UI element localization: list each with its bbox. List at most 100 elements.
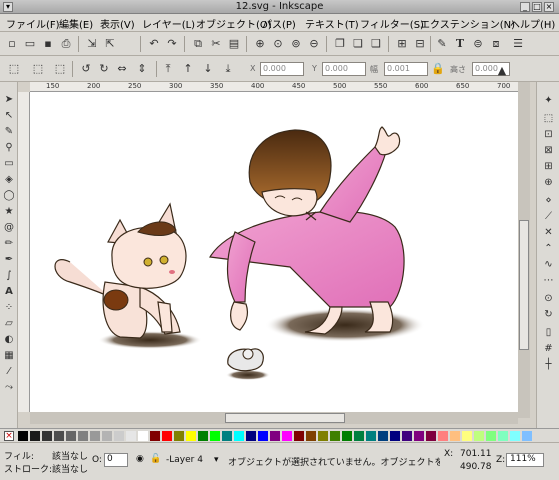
color-swatch[interactable] (126, 431, 136, 441)
color-swatch[interactable] (378, 431, 388, 441)
eraser-tool-icon[interactable]: ▱ (3, 318, 15, 330)
group-icon[interactable]: ⊞ (394, 36, 410, 52)
color-swatch[interactable] (150, 431, 160, 441)
color-swatch[interactable] (498, 431, 508, 441)
calligraphy-tool-icon[interactable]: ∫ (3, 270, 15, 282)
zoom-field[interactable]: 111% (506, 453, 544, 467)
color-swatch[interactable] (198, 431, 208, 441)
vertical-scroll-thumb[interactable] (519, 220, 529, 350)
snap-rotation-center-icon[interactable]: ↻ (542, 308, 555, 321)
dropper-tool-icon[interactable]: ⁄ (3, 366, 15, 378)
layer-dropdown-icon[interactable]: ▾ (214, 455, 219, 465)
color-swatch[interactable] (366, 431, 376, 441)
close-button[interactable]: × (544, 2, 554, 12)
color-swatch[interactable] (318, 431, 328, 441)
color-swatch[interactable] (438, 431, 448, 441)
text-tool-icon[interactable]: A (3, 286, 15, 298)
paste-icon[interactable]: ▤ (226, 36, 242, 52)
gradient-tool-icon[interactable]: ▦ (3, 350, 15, 362)
menu-path[interactable]: パス(P) (262, 16, 296, 31)
vertical-scrollbar[interactable] (518, 82, 530, 418)
3d-box-tool-icon[interactable]: ◈ (3, 174, 15, 186)
color-swatch[interactable] (234, 431, 244, 441)
connector-tool-icon[interactable]: ⤳ (3, 382, 15, 394)
export-icon[interactable]: ⇱ (102, 36, 118, 52)
color-swatch[interactable] (402, 431, 412, 441)
preferences-icon[interactable]: ☰ (510, 36, 526, 52)
color-swatch[interactable] (222, 431, 232, 441)
color-swatch[interactable] (66, 431, 76, 441)
menu-view[interactable]: 表示(V) (100, 16, 135, 31)
pencil-tool-icon[interactable]: ✏ (3, 238, 15, 250)
color-swatch[interactable] (522, 431, 532, 441)
unlink-clone-icon[interactable]: ❑ (368, 36, 384, 52)
ellipse-tool-icon[interactable]: ◯ (3, 190, 15, 202)
snap-nodes-icon[interactable]: ⋄ (542, 194, 555, 207)
ungroup-icon[interactable]: ⊟ (412, 36, 428, 52)
color-swatch[interactable] (186, 431, 196, 441)
open-icon[interactable]: ▭ (22, 36, 38, 52)
fill-stroke-icon[interactable]: ✎ (434, 36, 450, 52)
lock-ratio-icon[interactable]: 🔒 (430, 61, 446, 77)
xml-editor-icon[interactable]: ⊜ (470, 36, 486, 52)
snap-smooth-icon[interactable]: ∿ (542, 258, 555, 271)
snap-bbox-midpoint-icon[interactable]: ⊞ (542, 160, 555, 173)
menu-object[interactable]: オブジェクト(O) (196, 16, 272, 31)
color-swatch[interactable] (90, 431, 100, 441)
print-icon[interactable]: ⎙ (58, 36, 74, 52)
color-swatch[interactable] (342, 431, 352, 441)
color-swatch[interactable] (270, 431, 280, 441)
color-swatch[interactable] (78, 431, 88, 441)
color-swatch[interactable] (174, 431, 184, 441)
align-distribute-icon[interactable]: ⧈ (488, 36, 504, 52)
drawing-canvas[interactable] (30, 92, 518, 412)
snap-grid-icon[interactable]: # (542, 342, 555, 355)
layer-selector[interactable]: -Layer 4 (166, 455, 203, 465)
menu-filters[interactable]: フィルター(S) (360, 16, 424, 31)
color-swatch[interactable] (210, 431, 220, 441)
duplicate-icon[interactable]: ❐ (332, 36, 348, 52)
color-swatch[interactable] (18, 431, 28, 441)
text-font-icon[interactable]: T (452, 36, 468, 52)
snap-bbox-center-icon[interactable]: ⊕ (542, 176, 555, 189)
color-swatch[interactable] (42, 431, 52, 441)
color-swatch[interactable] (486, 431, 496, 441)
color-swatch[interactable] (246, 431, 256, 441)
tweak-tool-icon[interactable]: ✎ (3, 126, 15, 138)
snap-toggle-icon[interactable]: ✦ (542, 94, 555, 107)
color-swatch[interactable] (54, 431, 64, 441)
zoom-tool-icon[interactable]: ⚲ (3, 142, 15, 154)
raise-to-top-icon[interactable]: ⤒ (160, 61, 176, 77)
x-field[interactable]: 0.000 (260, 62, 304, 76)
pen-tool-icon[interactable]: ✒ (3, 254, 15, 266)
flip-horizontal-icon[interactable]: ⇔ (114, 61, 130, 77)
color-swatch[interactable] (114, 431, 124, 441)
color-swatch[interactable] (162, 431, 172, 441)
color-swatch[interactable] (306, 431, 316, 441)
menu-extensions[interactable]: エクステンション(N) (420, 16, 515, 31)
snap-page-icon[interactable]: ▯ (542, 326, 555, 339)
menu-text[interactable]: テキスト(T) (305, 16, 359, 31)
spray-tool-icon[interactable]: ⁘ (3, 302, 15, 314)
color-swatch[interactable] (102, 431, 112, 441)
y-field[interactable]: 0.000 (322, 62, 366, 76)
rotate-cw-icon[interactable]: ↻ (96, 61, 112, 77)
save-icon[interactable]: ▪ (40, 36, 56, 52)
copy-icon[interactable]: ⧉ (190, 36, 206, 52)
horizontal-scrollbar[interactable] (30, 412, 518, 424)
color-swatch[interactable] (414, 431, 424, 441)
minimize-button[interactable]: _ (520, 2, 530, 12)
color-swatch[interactable] (294, 431, 304, 441)
maximize-button[interactable]: □ (532, 2, 542, 12)
clone-icon[interactable]: ❏ (350, 36, 366, 52)
rectangle-tool-icon[interactable]: ▭ (3, 158, 15, 170)
deselect-icon[interactable]: ⬚ (52, 61, 68, 77)
rotate-ccw-icon[interactable]: ↺ (78, 61, 94, 77)
undo-icon[interactable]: ↶ (146, 36, 162, 52)
selector-tool-icon[interactable]: ➤ (3, 94, 15, 106)
redo-icon[interactable]: ↷ (164, 36, 180, 52)
menu-file[interactable]: ファイル(F) (6, 16, 60, 31)
bucket-tool-icon[interactable]: ◐ (3, 334, 15, 346)
color-swatch[interactable] (30, 431, 40, 441)
width-field[interactable]: 0.001 (384, 62, 428, 76)
